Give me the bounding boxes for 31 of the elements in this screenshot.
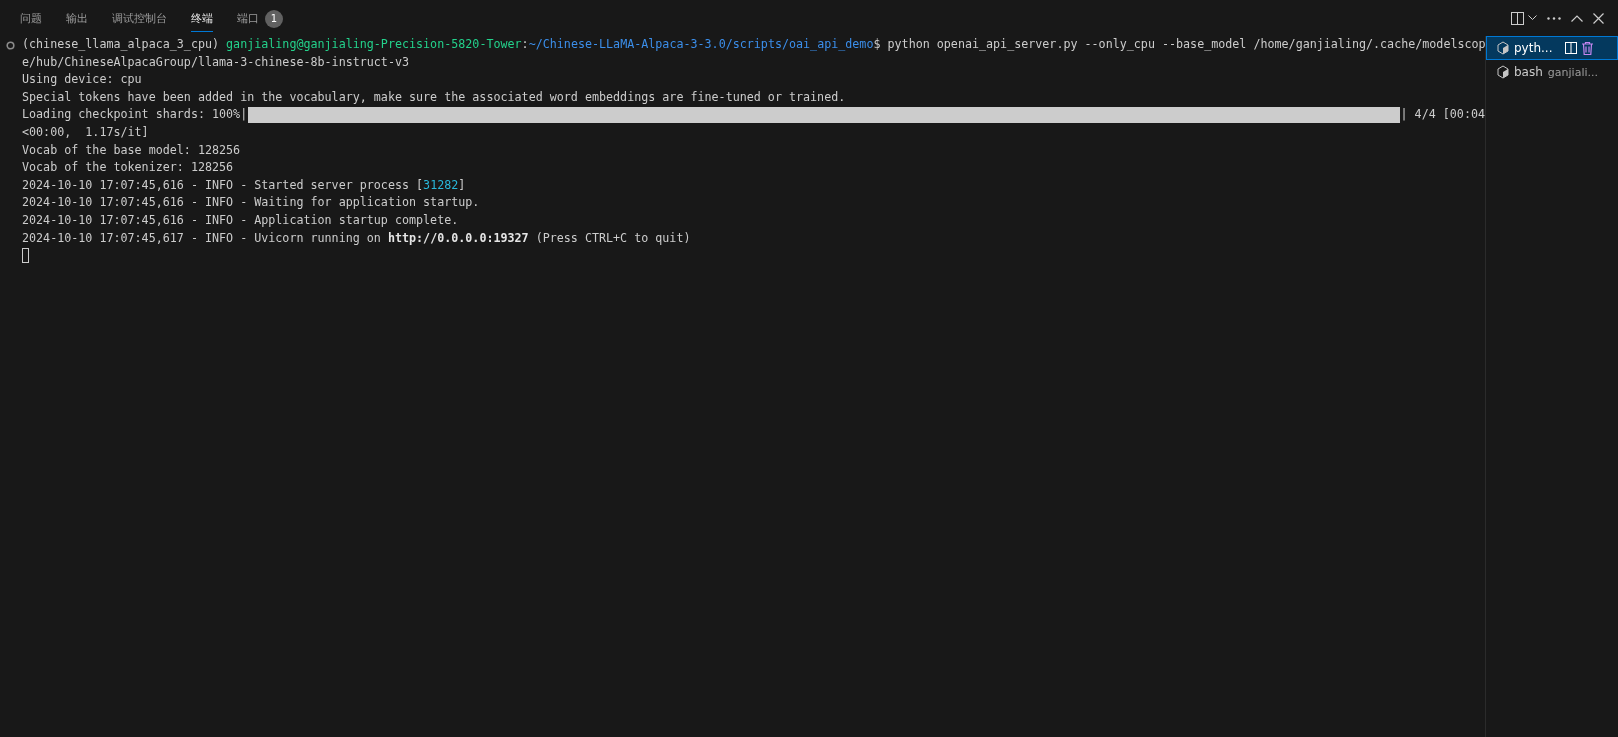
terminal-line: e/hub/ChineseAlpacaGroup/llama-3-chinese-8b-instruct-v3 (22, 53, 409, 71)
chevron-up-icon[interactable] (1571, 14, 1583, 22)
terminal-line: Vocab of the base model: 128256 (22, 141, 241, 159)
terminal-line: Vocab of the tokenizer: 128256 (22, 159, 234, 177)
terminal-line: Using device: cpu (22, 71, 142, 89)
terminal-cursor (22, 248, 29, 264)
terminal-cube-icon (1497, 65, 1509, 79)
terminal-line: 2024-10-10 17:07:45,616 - INFO - Application startup complete. (22, 211, 459, 229)
close-icon[interactable] (1593, 12, 1604, 24)
chevron-down-icon[interactable] (1528, 15, 1537, 21)
trash-icon[interactable] (1582, 41, 1594, 55)
terminal-line: Special tokens have been added in the vocabulary, make sure the associated word embeddings are fine-tuned or trained. (22, 88, 846, 106)
terminal-line: 2024-10-10 17:07:45,616 - INFO - Waiting for application startup. (22, 194, 480, 212)
more-icon[interactable] (1547, 16, 1561, 20)
terminal-line: 2024-10-10 17:07:45,617 - INFO - Uvicorn running on http://0.0.0.0:19327 (Press CTRL+C to quit) (22, 229, 691, 247)
terminal-cube-icon (1497, 41, 1509, 55)
terminal-session-item[interactable]: pyth... (1486, 36, 1618, 60)
panel-tab[interactable]: 调试控制台 (112, 4, 167, 32)
count-badge: 1 (265, 9, 283, 28)
panel-tab[interactable]: 输出 (66, 4, 88, 32)
panel-tab[interactable]: 端口 1 (237, 2, 283, 34)
panel-tab[interactable]: 问题 (20, 4, 42, 32)
status-circle-icon (6, 41, 15, 50)
progress-count: | 4/4 [00:04 (1400, 106, 1485, 124)
terminal-line: (chinese_llama_alpaca_3_cpu) ganjialing@ganjialing-Precision-5820-Tower:~/Chinese-LLaMA-Alpaca-3-3.0/scripts/oai_api_demo$ python openai_api_server.py --only_cpu --base_model /home/ganjialing/.cache/modelscop (22, 36, 1486, 53)
progress-label: Loading checkpoint shards: 100%| (22, 106, 248, 124)
panel-tab[interactable]: 终端 (191, 4, 213, 32)
terminal-line: 2024-10-10 17:07:45,616 - INFO - Started server process [31282] (22, 176, 466, 194)
terminal-session-item[interactable]: bash ganjiali... (1486, 60, 1618, 84)
terminal-line: <00:00, 1.17s/it] (22, 123, 149, 141)
split-terminal-icon[interactable] (1511, 11, 1524, 25)
